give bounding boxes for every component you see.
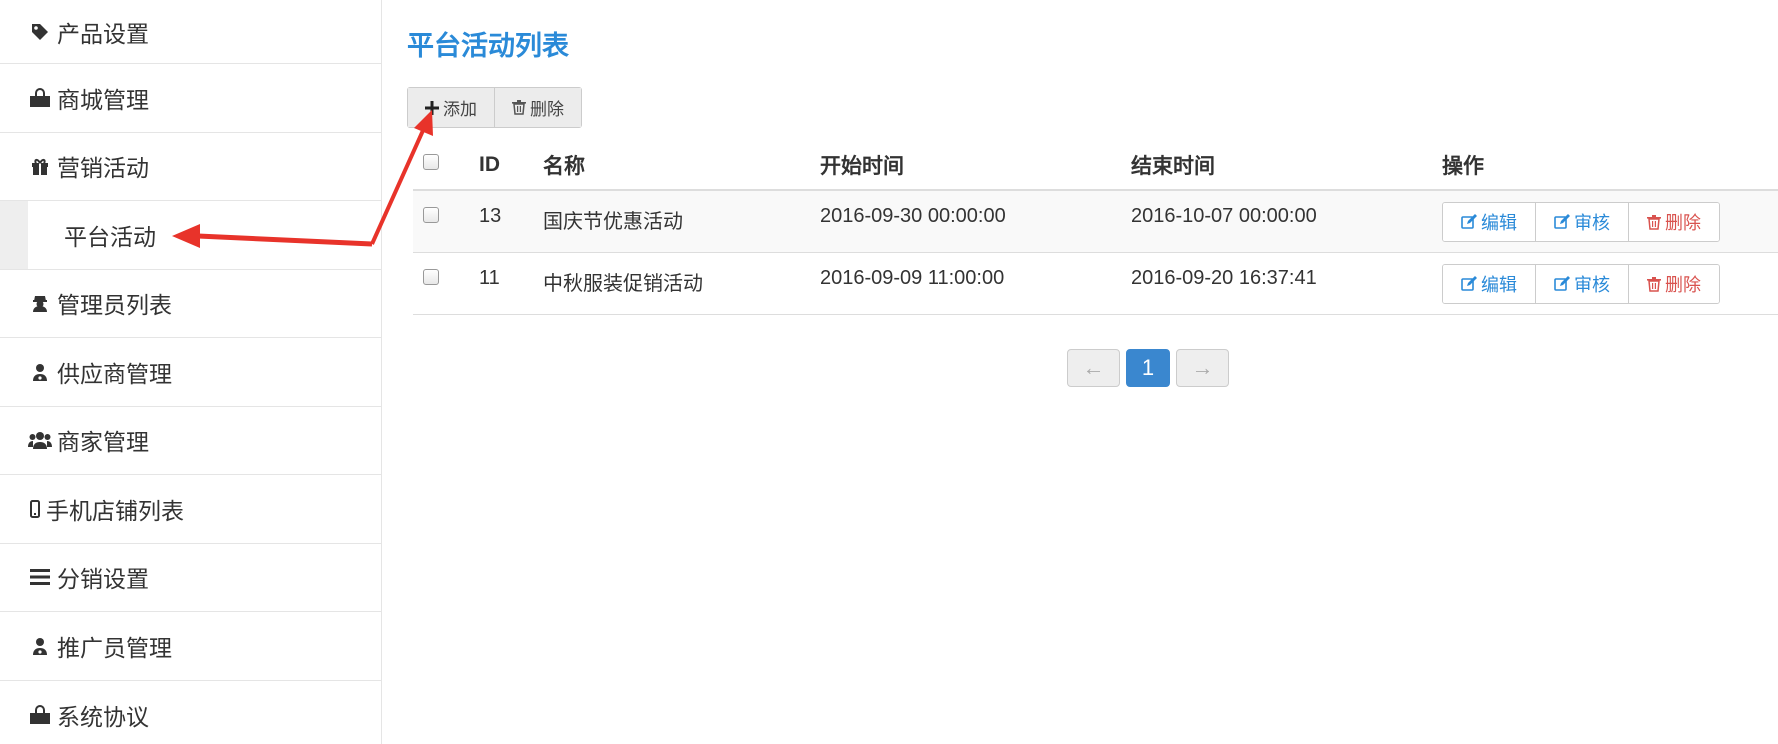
review-button[interactable]: 审核 bbox=[1535, 203, 1628, 242]
sidebar: 产品设置 商城管理 营销活动 平台活动 管理员列表 供应商管理 商家管理 手机店… bbox=[0, 0, 382, 744]
sidebar-item-label: 营销活动 bbox=[57, 155, 149, 182]
sidebar-item-admin-list[interactable]: 管理员列表 bbox=[0, 270, 381, 338]
edit-button[interactable]: 编辑 bbox=[1443, 203, 1535, 242]
row-delete-button-label: 删除 bbox=[1665, 275, 1701, 295]
sidebar-item-marketing[interactable]: 营销活动 bbox=[0, 133, 381, 201]
trash-icon bbox=[1647, 276, 1661, 292]
sidebar-item-promoter-management[interactable]: 推广员管理 bbox=[0, 612, 381, 681]
row-start-time: 2016-09-09 11:00:00 bbox=[820, 252, 1131, 315]
header-start-time: 开始时间 bbox=[820, 140, 1131, 191]
users-icon bbox=[28, 428, 52, 452]
add-button[interactable]: 添加 bbox=[408, 88, 494, 127]
header-operations: 操作 bbox=[1442, 140, 1778, 191]
header-name: 名称 bbox=[543, 140, 820, 191]
prev-page-button[interactable]: ← bbox=[1067, 349, 1120, 387]
toolbar: 添加 删除 bbox=[407, 87, 582, 128]
row-action-group: 编辑 审核 删除 bbox=[1442, 202, 1720, 243]
sidebar-item-product-settings[interactable]: 产品设置 bbox=[0, 0, 381, 64]
shopping-bag-icon bbox=[28, 703, 52, 727]
row-end-time: 2016-09-20 16:37:41 bbox=[1131, 252, 1442, 315]
tag-icon bbox=[28, 20, 52, 44]
row-name: 中秋服装促销活动 bbox=[543, 252, 820, 315]
sidebar-item-label: 供应商管理 bbox=[57, 360, 172, 387]
sidebar-item-label: 分销设置 bbox=[57, 566, 149, 593]
row-delete-button[interactable]: 删除 bbox=[1628, 265, 1719, 303]
review-button[interactable]: 审核 bbox=[1535, 265, 1628, 303]
next-page-button[interactable]: → bbox=[1176, 349, 1229, 387]
pagination: ← 1 → bbox=[1067, 349, 1229, 387]
table-row: 13 国庆节优惠活动 2016-09-30 00:00:00 2016-10-0… bbox=[413, 190, 1778, 253]
sidebar-item-label: 手机店铺列表 bbox=[46, 497, 184, 524]
user-md-icon bbox=[28, 360, 52, 384]
row-id: 11 bbox=[479, 252, 543, 315]
header-select-all bbox=[413, 140, 479, 191]
edit-icon bbox=[1461, 214, 1477, 230]
plus-icon bbox=[425, 100, 439, 115]
edit-icon bbox=[1554, 214, 1570, 230]
delete-button[interactable]: 删除 bbox=[494, 88, 581, 127]
trash-icon bbox=[1647, 214, 1661, 230]
table-header-row: ID 名称 开始时间 结束时间 操作 bbox=[413, 140, 1778, 191]
sidebar-item-system-agreement[interactable]: 系统协议 bbox=[0, 681, 381, 744]
page-title: 平台活动列表 bbox=[407, 31, 569, 61]
row-action-group: 编辑 审核 删除 bbox=[1442, 264, 1720, 304]
edit-button[interactable]: 编辑 bbox=[1443, 265, 1535, 303]
row-id: 13 bbox=[479, 190, 543, 253]
edit-icon bbox=[1554, 276, 1570, 292]
review-button-label: 审核 bbox=[1574, 213, 1610, 234]
row-checkbox-cell bbox=[413, 190, 479, 253]
sidebar-item-label: 平台活动 bbox=[64, 223, 156, 250]
trash-icon bbox=[512, 100, 526, 115]
row-operations: 编辑 审核 删除 bbox=[1442, 252, 1778, 315]
row-end-time: 2016-10-07 00:00:00 bbox=[1131, 190, 1442, 253]
header-id: ID bbox=[479, 140, 543, 191]
row-delete-button-label: 删除 bbox=[1665, 213, 1701, 234]
row-checkbox[interactable] bbox=[423, 269, 439, 286]
sidebar-item-label: 商城管理 bbox=[57, 86, 149, 113]
row-operations: 编辑 审核 删除 bbox=[1442, 190, 1778, 253]
row-name: 国庆节优惠活动 bbox=[543, 190, 820, 253]
row-delete-button[interactable]: 删除 bbox=[1628, 203, 1719, 242]
edit-icon bbox=[1461, 276, 1477, 292]
edit-button-label: 编辑 bbox=[1481, 275, 1517, 295]
sidebar-item-supplier-management[interactable]: 供应商管理 bbox=[0, 338, 381, 407]
mobile-icon bbox=[28, 497, 42, 521]
current-page-button[interactable]: 1 bbox=[1126, 349, 1170, 387]
row-checkbox-cell bbox=[413, 252, 479, 315]
delete-button-label: 删除 bbox=[530, 100, 564, 119]
sidebar-item-distribution-settings[interactable]: 分销设置 bbox=[0, 544, 381, 612]
shopping-bag-icon bbox=[28, 86, 52, 110]
add-button-label: 添加 bbox=[443, 100, 477, 119]
row-checkbox[interactable] bbox=[423, 207, 439, 224]
review-button-label: 审核 bbox=[1574, 275, 1610, 295]
sidebar-item-label: 产品设置 bbox=[57, 20, 149, 47]
header-end-time: 结束时间 bbox=[1131, 140, 1442, 191]
activity-table: ID 名称 开始时间 结束时间 操作 13 国庆节优惠活动 2016-09-30… bbox=[413, 140, 1778, 315]
user-secret-icon bbox=[28, 291, 52, 315]
sidebar-item-label: 管理员列表 bbox=[57, 292, 172, 319]
sidebar-item-label: 商家管理 bbox=[57, 429, 149, 456]
sidebar-item-mall-management[interactable]: 商城管理 bbox=[0, 64, 381, 133]
sidebar-item-merchant-management[interactable]: 商家管理 bbox=[0, 407, 381, 475]
edit-button-label: 编辑 bbox=[1481, 213, 1517, 234]
gift-icon bbox=[28, 154, 52, 178]
row-start-time: 2016-09-30 00:00:00 bbox=[820, 190, 1131, 253]
sidebar-item-label: 系统协议 bbox=[57, 703, 149, 730]
table-row: 11 中秋服装促销活动 2016-09-09 11:00:00 2016-09-… bbox=[413, 252, 1778, 315]
select-all-checkbox[interactable] bbox=[423, 153, 439, 170]
user-md-icon bbox=[28, 634, 52, 658]
bars-icon bbox=[28, 565, 52, 589]
sidebar-item-label: 推广员管理 bbox=[57, 634, 172, 661]
sidebar-item-platform-activity[interactable]: 平台活动 bbox=[0, 201, 381, 270]
sidebar-item-mobile-store-list[interactable]: 手机店铺列表 bbox=[0, 475, 381, 544]
